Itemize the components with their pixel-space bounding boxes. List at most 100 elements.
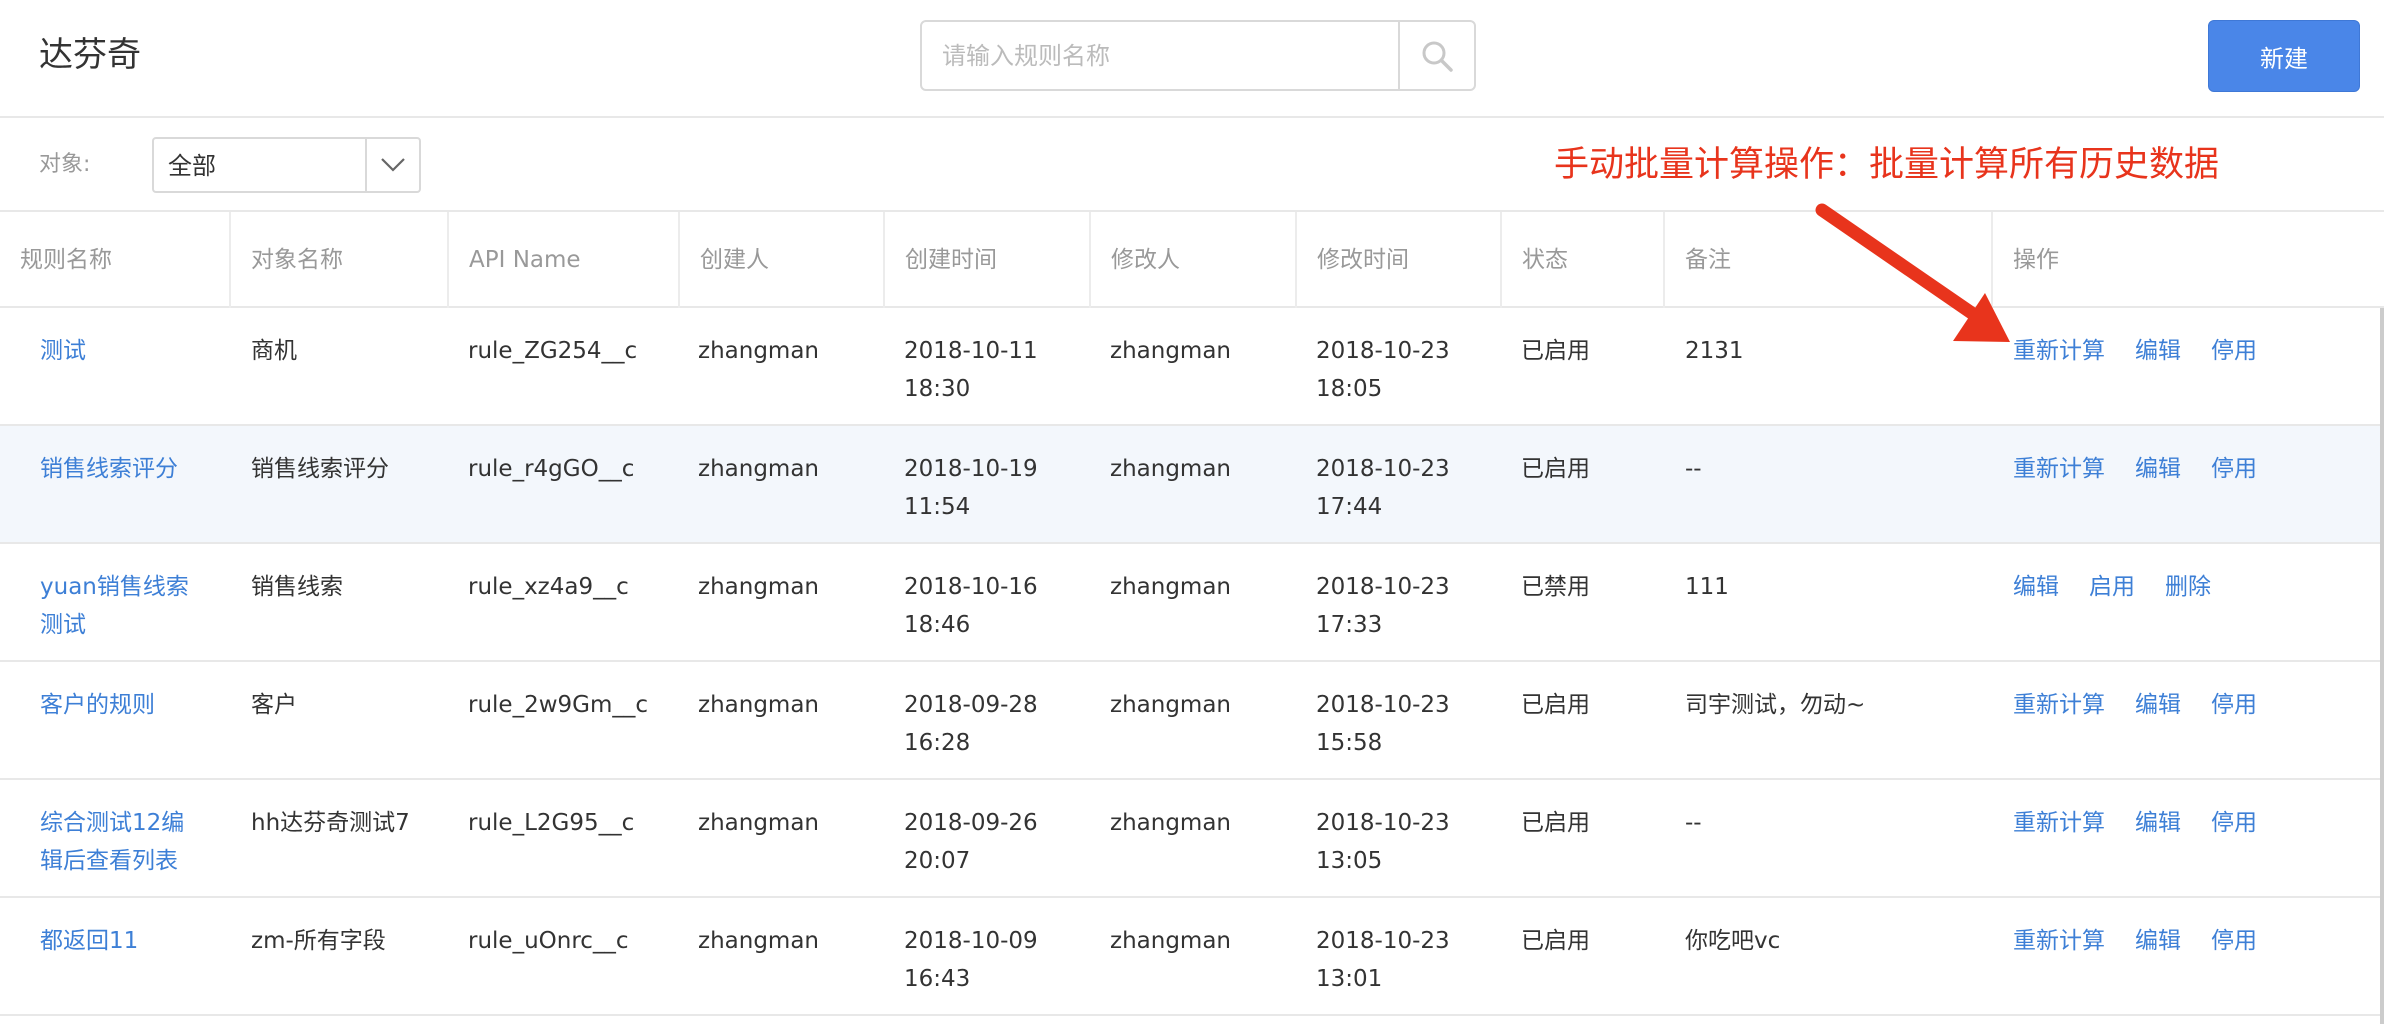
column-header: 备注 <box>1665 212 1993 308</box>
recalculate-link[interactable]: 重新计算 <box>2013 338 2105 364</box>
page-header: 达芬奇 新建 <box>0 0 2384 118</box>
creator: zhangman <box>698 574 819 600</box>
api-name: rule_uOnrc__c <box>468 928 629 954</box>
created-time: 2018-10-19 11:54 <box>904 456 1038 520</box>
api-name: rule_xz4a9__c <box>468 574 629 600</box>
recalculate-link[interactable]: 重新计算 <box>2013 692 2105 718</box>
edit-link[interactable]: 编辑 <box>2135 810 2181 836</box>
annotation-text: 手动批量计算操作：批量计算所有历史数据 <box>1554 145 2220 185</box>
recalculate-link[interactable]: 重新计算 <box>2013 928 2105 954</box>
created-time: 2018-10-09 16:43 <box>904 928 1038 992</box>
status: 已启用 <box>1521 810 1590 836</box>
recalculate-link[interactable]: 重新计算 <box>2013 456 2105 482</box>
column-header: 状态 <box>1502 212 1665 308</box>
creator: zhangman <box>698 692 819 718</box>
creator: zhangman <box>698 456 819 482</box>
row-actions: 重新计算 编辑 停用 <box>2013 332 2287 370</box>
new-button[interactable]: 新建 <box>2208 20 2360 92</box>
recalculate-link[interactable]: 重新计算 <box>2013 810 2105 836</box>
search-box[interactable] <box>920 20 1476 91</box>
column-header: 修改人 <box>1091 212 1297 308</box>
object-name: zm-所有字段 <box>251 928 386 954</box>
search-button[interactable] <box>1398 22 1474 89</box>
row-actions: 重新计算 编辑 停用 <box>2013 450 2287 488</box>
edit-link[interactable]: 编辑 <box>2135 928 2181 954</box>
table-row: 测试 商机 rule_ZG254__c zhangman 2018-10-11 1… <box>0 308 2380 426</box>
api-name: rule_r4gGO__c <box>468 456 635 482</box>
search-input[interactable] <box>922 22 1400 89</box>
table-row: 都返回11 zm-所有字段 rule_uOnrc__c zhangman 201… <box>0 898 2380 1016</box>
object-name: hh达芬奇测试7 <box>251 810 410 836</box>
disable-link[interactable]: 停用 <box>2211 692 2257 718</box>
column-header: 创建人 <box>680 212 885 308</box>
note: 2131 <box>1685 338 1744 364</box>
note: 你吃吧vc <box>1685 928 1781 954</box>
api-name: rule_L2G95__c <box>468 810 635 836</box>
disable-link[interactable]: 停用 <box>2211 456 2257 482</box>
note: -- <box>1685 810 1702 836</box>
modified-time: 2018-10-23 13:05 <box>1316 810 1450 874</box>
rule-name-link[interactable]: 测试 <box>40 332 86 370</box>
modifier: zhangman <box>1110 574 1231 600</box>
object-name: 商机 <box>251 338 297 364</box>
table-body: 测试 商机 rule_ZG254__c zhangman 2018-10-11 1… <box>0 308 2380 1016</box>
object-filter-label: 对象: <box>39 152 91 177</box>
note: 司宇测试，勿动~ <box>1685 692 1866 718</box>
api-name: rule_2w9Gm__c <box>468 692 649 718</box>
column-header: 修改时间 <box>1297 212 1502 308</box>
status: 已启用 <box>1521 456 1590 482</box>
chevron-down-icon <box>381 158 405 172</box>
creator: zhangman <box>698 928 819 954</box>
rule-name-link[interactable]: 综合测试12编 辑后查看列表 <box>40 804 184 880</box>
table-row: 销售线索评分 销售线索评分 rule_r4gGO__c zhangman 201… <box>0 426 2380 544</box>
modifier: zhangman <box>1110 810 1231 836</box>
note: 111 <box>1685 574 1729 600</box>
column-header: 创建时间 <box>885 212 1091 308</box>
dropdown-toggle[interactable] <box>365 139 419 191</box>
enable-link[interactable]: 启用 <box>2089 574 2135 600</box>
row-actions: 重新计算 编辑 停用 <box>2013 686 2287 724</box>
modifier: zhangman <box>1110 928 1231 954</box>
modifier: zhangman <box>1110 692 1231 718</box>
edit-link[interactable]: 编辑 <box>2135 338 2181 364</box>
row-actions: 重新计算 编辑 停用 <box>2013 922 2287 960</box>
created-time: 2018-09-26 20:07 <box>904 810 1038 874</box>
app-title: 达芬奇 <box>39 35 141 75</box>
status: 已禁用 <box>1521 574 1590 600</box>
modified-time: 2018-10-23 18:05 <box>1316 338 1450 402</box>
table-row: 综合测试12编 辑后查看列表 hh达芬奇测试7 rule_L2G95__c zha… <box>0 780 2380 898</box>
status: 已启用 <box>1521 338 1590 364</box>
table-header: 规则名称 对象名称 API Name 创建人 创建时间 修改人 修改时间 状态 … <box>0 212 2384 308</box>
row-actions: 重新计算 编辑 停用 <box>2013 804 2287 842</box>
column-header: 操作 <box>2013 247 2059 273</box>
disable-link[interactable]: 停用 <box>2211 928 2257 954</box>
edit-link[interactable]: 编辑 <box>2135 692 2181 718</box>
modifier: zhangman <box>1110 338 1231 364</box>
rule-name-link[interactable]: 销售线索评分 <box>40 450 178 488</box>
scrollbar[interactable] <box>2380 308 2384 1024</box>
edit-link[interactable]: 编辑 <box>2135 456 2181 482</box>
api-name: rule_ZG254__c <box>468 338 638 364</box>
modified-time: 2018-10-23 15:58 <box>1316 692 1450 756</box>
rule-name-link[interactable]: yuan销售线索 测试 <box>40 568 189 644</box>
disable-link[interactable]: 停用 <box>2211 338 2257 364</box>
object-name: 销售线索评分 <box>251 456 389 482</box>
search-icon <box>1422 41 1453 72</box>
edit-link[interactable]: 编辑 <box>2013 574 2059 600</box>
created-time: 2018-09-28 16:28 <box>904 692 1038 756</box>
created-time: 2018-10-11 18:30 <box>904 338 1038 402</box>
disable-link[interactable]: 停用 <box>2211 810 2257 836</box>
rule-name-link[interactable]: 客户的规则 <box>40 686 155 724</box>
note: -- <box>1685 456 1702 482</box>
object-filter-select[interactable]: 全部 <box>152 137 421 193</box>
delete-link[interactable]: 删除 <box>2165 574 2211 600</box>
modified-time: 2018-10-23 17:33 <box>1316 574 1450 638</box>
modified-time: 2018-10-23 17:44 <box>1316 456 1450 520</box>
rule-name-link[interactable]: 都返回11 <box>40 922 138 960</box>
creator: zhangman <box>698 810 819 836</box>
table-row: 客户的规则 客户 rule_2w9Gm__c zhangman 2018-09-… <box>0 662 2380 780</box>
creator: zhangman <box>698 338 819 364</box>
object-name: 销售线索 <box>251 574 343 600</box>
column-header: API Name <box>449 212 680 308</box>
modified-time: 2018-10-23 13:01 <box>1316 928 1450 992</box>
